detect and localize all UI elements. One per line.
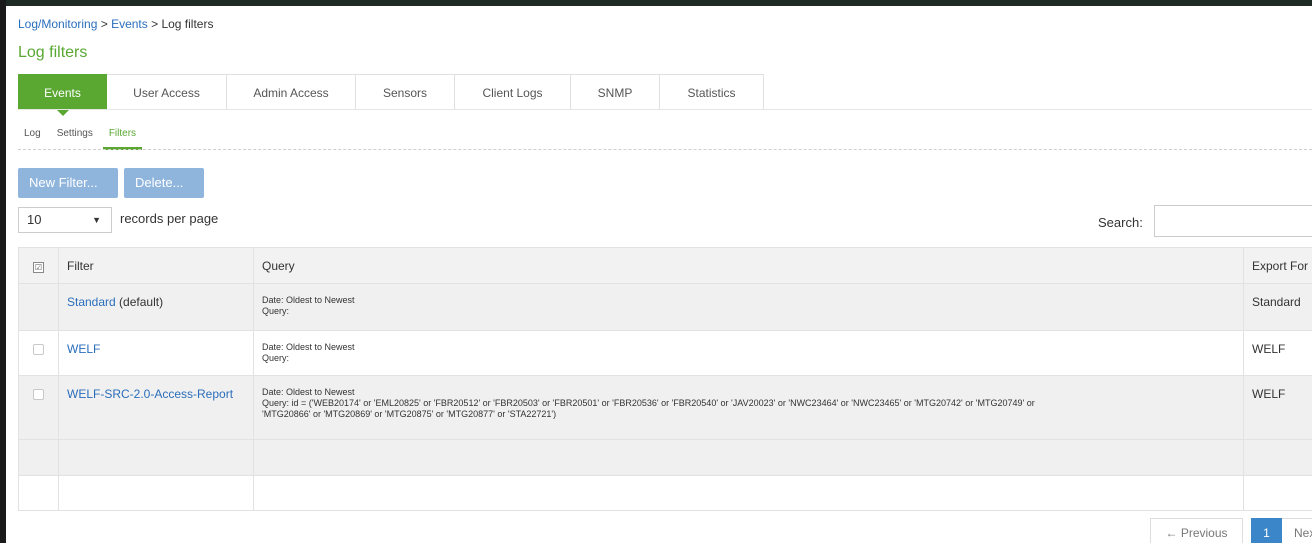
records-per-page-value: 10: [27, 212, 42, 227]
query-cell: Date: Oldest to Newest Query: id = ('WEB…: [253, 375, 1244, 440]
row-checkbox-cell: [18, 330, 59, 376]
breadcrumb-log-monitoring[interactable]: Log/Monitoring: [18, 17, 97, 31]
column-header-export[interactable]: Export For: [1243, 247, 1312, 284]
column-header-filter[interactable]: Filter: [58, 247, 254, 284]
tab-admin-access[interactable]: Admin Access: [227, 74, 356, 110]
row-checkbox-cell: [18, 283, 59, 331]
tab-events[interactable]: Events: [18, 74, 107, 116]
subtab-settings[interactable]: Settings: [51, 124, 99, 150]
query-line: Date: Oldest to Newest: [262, 295, 355, 305]
query-line: Query:: [262, 353, 290, 363]
empty-table-row: [18, 475, 1312, 511]
empty-table-row: [18, 439, 1312, 476]
export-cell: WELF: [1243, 330, 1312, 376]
empty-cell: [58, 439, 254, 476]
pagination-gap: [1243, 518, 1251, 543]
empty-cell: [18, 439, 59, 476]
table-row[interactable]: Standard (default) Date: Oldest to Newes…: [18, 283, 1312, 331]
breadcrumb-separator: >: [97, 17, 112, 31]
tab-sensors[interactable]: Sensors: [356, 74, 455, 110]
export-cell: Standard: [1243, 283, 1312, 331]
tab-user-access[interactable]: User Access: [107, 74, 227, 110]
table-header-row: ☑ Filter Query Export For: [18, 247, 1312, 284]
filter-cell: WELF: [58, 330, 254, 376]
main-content: Log/Monitoring > Events > Log filters Lo…: [14, 6, 1312, 543]
table-row[interactable]: WELF-SRC-2.0-Access-Report Date: Oldest …: [18, 375, 1312, 440]
previous-page-button[interactable]: ← Previous: [1150, 518, 1243, 543]
query-cell: Date: Oldest to Newest Query:: [253, 330, 1244, 376]
next-page-button[interactable]: Next: [1282, 518, 1312, 543]
page-1-button[interactable]: 1: [1251, 518, 1282, 543]
empty-cell: [253, 439, 1244, 476]
empty-cell: [1243, 475, 1312, 511]
export-format: WELF: [1252, 387, 1286, 401]
filter-link[interactable]: WELF-SRC-2.0-Access-Report: [67, 387, 233, 401]
breadcrumb-current: Log filters: [161, 17, 214, 31]
filter-link[interactable]: Standard: [67, 295, 116, 309]
breadcrumb: Log/Monitoring > Events > Log filters: [18, 17, 213, 31]
filter-cell: WELF-SRC-2.0-Access-Report: [58, 375, 254, 440]
query-line: Date: Oldest to Newest: [262, 342, 355, 352]
delete-button[interactable]: Delete...: [124, 168, 204, 198]
subtabs: Log Settings Filters: [18, 124, 146, 150]
breadcrumb-separator: >: [147, 17, 162, 31]
query-line: Date: Oldest to Newest: [262, 387, 355, 397]
subtab-log[interactable]: Log: [18, 124, 47, 150]
page-title: Log filters: [18, 44, 88, 61]
caret-down-icon: ▼: [92, 215, 101, 225]
window-left-border: [0, 0, 6, 543]
query-line: Query: id = ('WEB20174' or 'EML20825' or…: [262, 398, 1035, 408]
empty-cell: [18, 475, 59, 511]
query-line: Query:: [262, 306, 290, 316]
breadcrumb-events[interactable]: Events: [111, 17, 148, 31]
tab-client-logs[interactable]: Client Logs: [455, 74, 571, 110]
new-filter-button[interactable]: New Filter...: [18, 168, 118, 198]
search-input[interactable]: [1154, 205, 1312, 237]
export-cell: WELF: [1243, 375, 1312, 440]
filter-default-suffix: (default): [115, 295, 164, 309]
empty-cell: [58, 475, 254, 511]
records-per-page-select[interactable]: 10 ▼: [18, 207, 112, 233]
filters-table: ☑ Filter Query Export For Standard (defa…: [18, 247, 1312, 511]
row-checkbox-cell: [18, 375, 59, 440]
subtab-filters[interactable]: Filters: [102, 124, 143, 150]
export-format: WELF: [1252, 342, 1286, 356]
select-all-checkbox-icon[interactable]: ☑: [33, 262, 44, 273]
subtabs-divider: [18, 149, 1312, 150]
query-cell: Date: Oldest to Newest Query:: [253, 283, 1244, 331]
filter-cell: Standard (default): [58, 283, 254, 331]
pagination: ← Previous 1 Next: [1150, 518, 1312, 543]
tabs-divider: [18, 109, 1312, 110]
row-checkbox[interactable]: [33, 389, 44, 400]
select-all-header[interactable]: ☑: [18, 247, 59, 284]
column-header-query[interactable]: Query: [253, 247, 1244, 284]
empty-cell: [253, 475, 1244, 511]
records-per-page-label: records per page: [120, 211, 219, 226]
tab-statistics[interactable]: Statistics: [660, 74, 764, 110]
search-label: Search:: [1098, 215, 1143, 230]
row-checkbox[interactable]: [33, 344, 44, 355]
empty-cell: [1243, 439, 1312, 476]
tab-snmp[interactable]: SNMP: [571, 74, 660, 110]
query-line: 'MTG20866' or 'MTG20869' or 'MTG20875' o…: [262, 409, 557, 419]
main-tabs: Events User Access Admin Access Sensors …: [18, 74, 764, 116]
table-row[interactable]: WELF Date: Oldest to Newest Query: WELF: [18, 330, 1312, 376]
filter-link[interactable]: WELF: [67, 342, 100, 356]
export-format: Standard: [1252, 295, 1301, 309]
